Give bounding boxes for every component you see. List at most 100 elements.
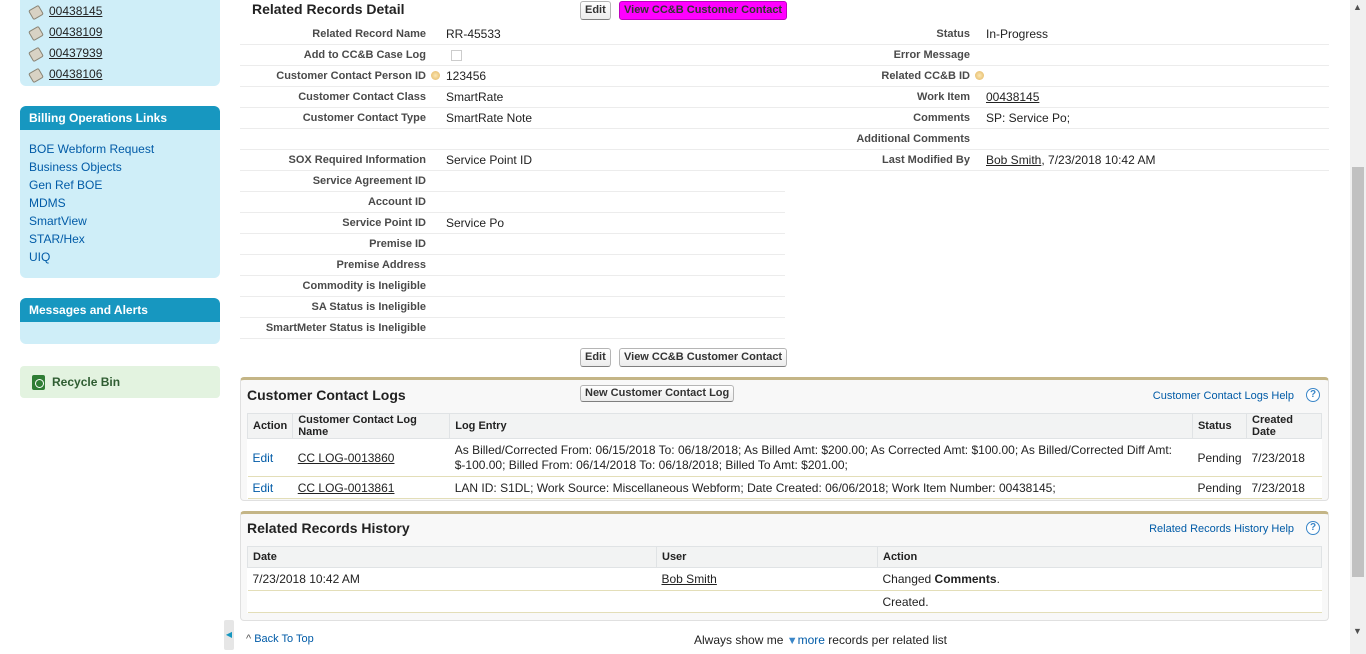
link-business-objects[interactable]: Business Objects bbox=[29, 158, 211, 176]
down-triangle-icon[interactable]: ▼ bbox=[787, 635, 798, 647]
logs-title: Customer Contact Logs bbox=[247, 387, 406, 403]
logs-help-link[interactable]: Customer Contact Logs Help bbox=[1153, 390, 1294, 402]
field-label: Last Modified By bbox=[881, 154, 970, 166]
field-label: Status bbox=[936, 28, 970, 40]
detail-row: Comments SP: Service Po; bbox=[785, 108, 1329, 129]
detail-row: Commodity is Ineligible bbox=[240, 276, 785, 297]
case-icon bbox=[28, 4, 44, 18]
view-contact-button-top[interactable]: View CC&B Customer Contact bbox=[619, 1, 788, 20]
detail-row: Status In-Progress bbox=[785, 24, 1329, 45]
log-name-link[interactable]: CC LOG-0013860 bbox=[298, 451, 395, 465]
recent-items: 00438145 00438109 00437939 00438106 bbox=[20, 0, 220, 86]
help-icon[interactable]: ? bbox=[1306, 388, 1320, 402]
log-date: 7/23/2018 bbox=[1246, 438, 1322, 477]
field-label: SA Status is Ineligible bbox=[311, 301, 426, 313]
recent-item[interactable]: 00438109 bbox=[20, 21, 220, 42]
table-row: Edit CC LOG-0013861 LAN ID: S1DL; Work S… bbox=[247, 476, 1322, 499]
detail-row: Service Point ID Service Po bbox=[240, 213, 785, 234]
edit-log-link[interactable]: Edit bbox=[253, 481, 274, 495]
field-value: 123456 bbox=[446, 69, 487, 83]
field-value: SP: Service Po; bbox=[986, 111, 1071, 125]
detail-row: Premise Address bbox=[240, 255, 785, 276]
edit-button-bottom[interactable]: Edit bbox=[580, 348, 611, 367]
field-value: RR-45533 bbox=[446, 27, 501, 41]
recent-item[interactable]: 00437939 bbox=[20, 42, 220, 63]
field-label: Premise Address bbox=[336, 259, 426, 271]
history-table: Date User Action 7/23/2018 10:42 AM Bob … bbox=[247, 546, 1322, 613]
billing-links-box: Billing Operations Links BOE Webform Req… bbox=[20, 106, 220, 278]
detail-row: Add to CC&B Case Log bbox=[240, 45, 785, 66]
detail-row bbox=[240, 129, 785, 150]
detail-title: Related Records Detail bbox=[252, 1, 405, 17]
work-item-link[interactable]: 00438145 bbox=[986, 90, 1039, 104]
link-boe-webform[interactable]: BOE Webform Request bbox=[29, 140, 211, 158]
detail-row: Additional Comments bbox=[785, 129, 1329, 150]
field-label: Commodity is Ineligible bbox=[302, 280, 426, 292]
scroll-up-icon[interactable]: ▲ bbox=[1353, 2, 1362, 12]
recent-item-link[interactable]: 00437939 bbox=[49, 46, 102, 60]
field-label: Service Point ID bbox=[342, 217, 426, 229]
field-value: Service Point ID bbox=[446, 153, 533, 167]
detail-row: Customer Contact Class SmartRate bbox=[240, 87, 785, 108]
detail-row: Work Item 00438145 bbox=[785, 87, 1329, 108]
scroll-down-icon[interactable]: ▼ bbox=[1353, 626, 1362, 636]
col-log-name[interactable]: Customer Contact Log Name bbox=[292, 413, 451, 439]
info-icon[interactable] bbox=[431, 71, 440, 80]
field-value: Bob Smith, 7/23/2018 10:42 AM bbox=[986, 153, 1155, 167]
edit-log-link[interactable]: Edit bbox=[253, 451, 274, 465]
detail-row: Service Agreement ID bbox=[240, 171, 785, 192]
field-value: SmartRate bbox=[446, 90, 504, 104]
detail-row: Account ID bbox=[240, 192, 785, 213]
logs-table: Action Customer Contact Log Name Log Ent… bbox=[246, 413, 1322, 499]
collapse-sidebar-handle[interactable]: ◀ bbox=[224, 620, 234, 650]
detail-row: SA Status is Ineligible bbox=[240, 297, 785, 318]
recent-item-link[interactable]: 00438106 bbox=[49, 67, 102, 81]
link-smartview[interactable]: SmartView bbox=[29, 212, 211, 230]
help-icon[interactable]: ? bbox=[1306, 521, 1320, 535]
history-title: Related Records History bbox=[247, 520, 410, 536]
link-uiq[interactable]: UIQ bbox=[29, 248, 211, 266]
history-user bbox=[656, 590, 878, 613]
recent-item-link[interactable]: 00438109 bbox=[49, 25, 102, 39]
history-user-link[interactable]: Bob Smith bbox=[662, 572, 717, 586]
case-icon bbox=[28, 67, 44, 81]
edit-button-top[interactable]: Edit bbox=[580, 1, 611, 20]
col-status[interactable]: Status bbox=[1191, 413, 1248, 439]
link-mdms[interactable]: MDMS bbox=[29, 194, 211, 212]
related-records-history-panel: Related Records History Related Records … bbox=[240, 511, 1329, 621]
col-action: Action bbox=[246, 413, 294, 439]
recent-item[interactable]: 00438106 bbox=[20, 63, 220, 84]
link-gen-ref-boe[interactable]: Gen Ref BOE bbox=[29, 176, 211, 194]
scrollbar[interactable]: ▲ ▼ bbox=[1350, 0, 1366, 654]
col-user: User bbox=[656, 546, 878, 568]
records-per-list: Always show me ▼more records per related… bbox=[694, 633, 948, 647]
new-contact-log-button[interactable]: New Customer Contact Log bbox=[580, 385, 735, 402]
detail-row: Customer Contact Type SmartRate Note bbox=[240, 108, 785, 129]
up-caret-icon: ^ bbox=[246, 633, 255, 645]
messages-box: Messages and Alerts bbox=[20, 298, 220, 344]
recent-item-link[interactable]: 00438145 bbox=[49, 4, 102, 18]
back-to-top-link[interactable]: ^ Back To Top bbox=[246, 633, 314, 645]
field-label: Account ID bbox=[367, 196, 426, 208]
scrollbar-thumb[interactable] bbox=[1352, 167, 1364, 577]
last-modified-user-link[interactable]: Bob Smith bbox=[986, 153, 1041, 167]
col-log-entry[interactable]: Log Entry bbox=[449, 413, 1193, 439]
log-entry: As Billed/Corrected From: 06/15/2018 To:… bbox=[449, 438, 1193, 477]
log-date: 7/23/2018 bbox=[1246, 476, 1322, 499]
table-row: Edit CC LOG-0013860 As Billed/Corrected … bbox=[247, 438, 1322, 477]
detail-row: Premise ID bbox=[240, 234, 785, 255]
recent-item[interactable]: 00438145 bbox=[20, 0, 220, 21]
field-label: SOX Required Information bbox=[288, 154, 426, 166]
info-icon[interactable] bbox=[975, 71, 984, 80]
history-help-link[interactable]: Related Records History Help bbox=[1149, 523, 1294, 535]
detail-row: Related CC&B ID bbox=[785, 66, 1329, 87]
col-created-date[interactable]: Created Date bbox=[1246, 413, 1322, 439]
history-date bbox=[247, 590, 657, 613]
log-name-link[interactable]: CC LOG-0013861 bbox=[298, 481, 395, 495]
last-modified-date: , 7/23/2018 10:42 AM bbox=[1041, 153, 1156, 167]
more-link[interactable]: more bbox=[798, 633, 825, 647]
sidebar: 00438145 00438109 00437939 00438106 Bill… bbox=[0, 0, 240, 654]
recycle-bin[interactable]: Recycle Bin bbox=[20, 366, 220, 398]
view-contact-button-bottom[interactable]: View CC&B Customer Contact bbox=[619, 348, 788, 367]
link-star-hex[interactable]: STAR/Hex bbox=[29, 230, 211, 248]
